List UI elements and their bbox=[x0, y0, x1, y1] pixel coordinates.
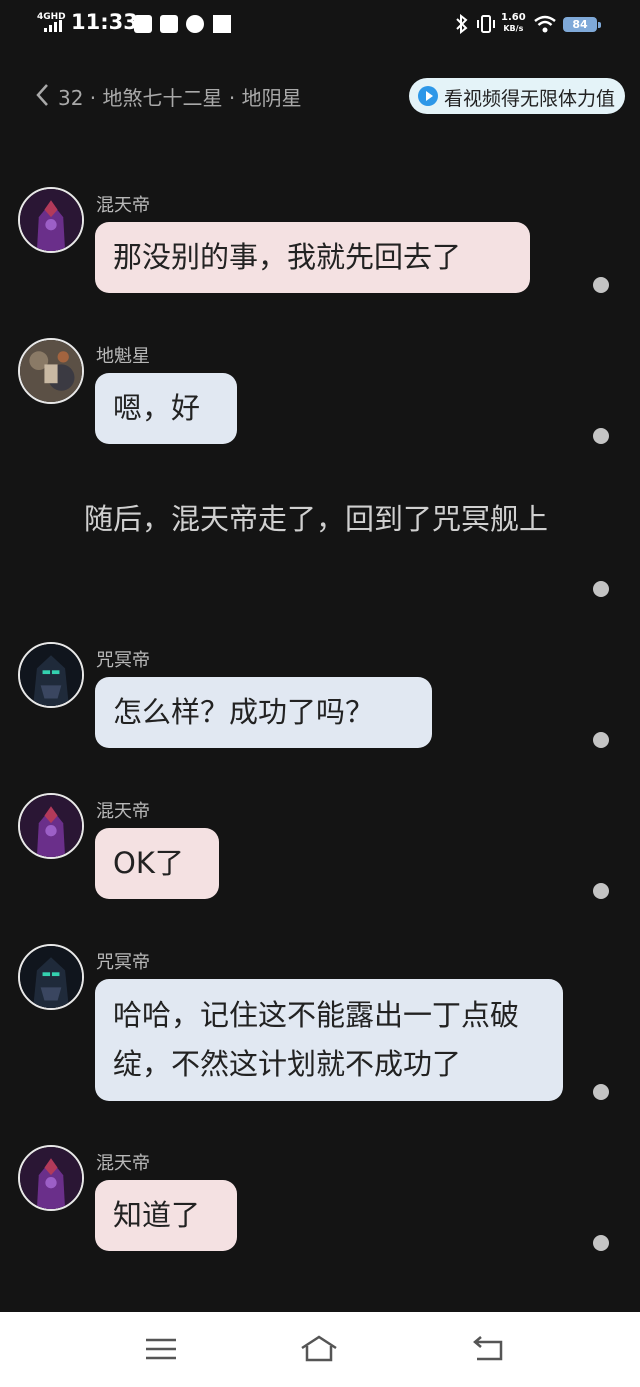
watch-video-button[interactable]: 看视频得无限体力值 bbox=[409, 78, 625, 114]
comment-dot[interactable] bbox=[593, 581, 609, 597]
signal-icon bbox=[44, 20, 66, 32]
home-icon[interactable] bbox=[299, 1332, 339, 1366]
speed-value: 1.60 bbox=[501, 12, 526, 23]
avatar-zhoumingdi[interactable] bbox=[18, 944, 84, 1010]
sender-name: 地魁星 bbox=[96, 346, 150, 367]
vibrate-icon bbox=[477, 15, 495, 33]
message-bubble[interactable]: 嗯，好 bbox=[95, 373, 237, 444]
avatar-dikuixing[interactable] bbox=[18, 338, 84, 404]
network-speed: 1.60 KB/s bbox=[501, 13, 526, 34]
comment-dot[interactable] bbox=[593, 1235, 609, 1251]
comment-dot[interactable] bbox=[593, 277, 609, 293]
message-bubble[interactable]: 怎么样？成功了吗？ bbox=[95, 677, 432, 748]
sender-name: 混天帝 bbox=[96, 801, 150, 822]
wechat-icon bbox=[186, 15, 204, 33]
battery-indicator: 84 bbox=[563, 17, 601, 32]
sender-name: 咒冥帝 bbox=[96, 952, 150, 973]
speed-unit: KB/s bbox=[503, 24, 524, 33]
back-icon[interactable] bbox=[467, 1332, 507, 1366]
clock: 11:33 bbox=[71, 10, 138, 34]
avatar-zhoumingdi[interactable] bbox=[18, 642, 84, 708]
narration-text: 随后，混天帝走了，回到了咒冥舰上 bbox=[84, 502, 549, 536]
message-bubble[interactable]: 哈哈，记住这不能露出一丁点破绽，不然这计划就不成功了 bbox=[95, 979, 563, 1101]
comment-dot[interactable] bbox=[593, 732, 609, 748]
back-chevron-icon[interactable] bbox=[33, 82, 55, 108]
video-app-icon bbox=[134, 15, 152, 33]
sender-name: 混天帝 bbox=[96, 195, 150, 216]
avatar-hundiandi[interactable] bbox=[18, 187, 84, 253]
message-bubble[interactable]: 知道了 bbox=[95, 1180, 237, 1251]
status-bar: 4GHD 11:33 1.60 KB/s 84 bbox=[0, 0, 640, 50]
avatar-hundiandi[interactable] bbox=[18, 793, 84, 859]
avatar-hundiandi[interactable] bbox=[18, 1145, 84, 1211]
message-bubble[interactable]: OK了 bbox=[95, 828, 219, 899]
chapter-title[interactable]: 32 · 地煞七十二星 · 地阴星 bbox=[58, 82, 302, 111]
wifi-icon bbox=[534, 15, 556, 33]
notification-icon bbox=[213, 15, 231, 33]
reader-header: 32 · 地煞七十二星 · 地阴星 看视频得无限体力值 bbox=[0, 70, 640, 122]
watch-video-label: 看视频得无限体力值 bbox=[444, 88, 616, 110]
menu-icon[interactable] bbox=[141, 1332, 181, 1366]
comment-dot[interactable] bbox=[593, 1084, 609, 1100]
system-nav-bar bbox=[0, 1312, 640, 1387]
bluetooth-icon bbox=[456, 14, 468, 34]
play-icon bbox=[418, 86, 438, 106]
sender-name: 混天帝 bbox=[96, 1153, 150, 1174]
bus-app-icon bbox=[160, 15, 178, 33]
sender-name: 咒冥帝 bbox=[96, 650, 150, 671]
comment-dot[interactable] bbox=[593, 883, 609, 899]
comment-dot[interactable] bbox=[593, 428, 609, 444]
message-bubble[interactable]: 那没别的事，我就先回去了 bbox=[95, 222, 530, 293]
